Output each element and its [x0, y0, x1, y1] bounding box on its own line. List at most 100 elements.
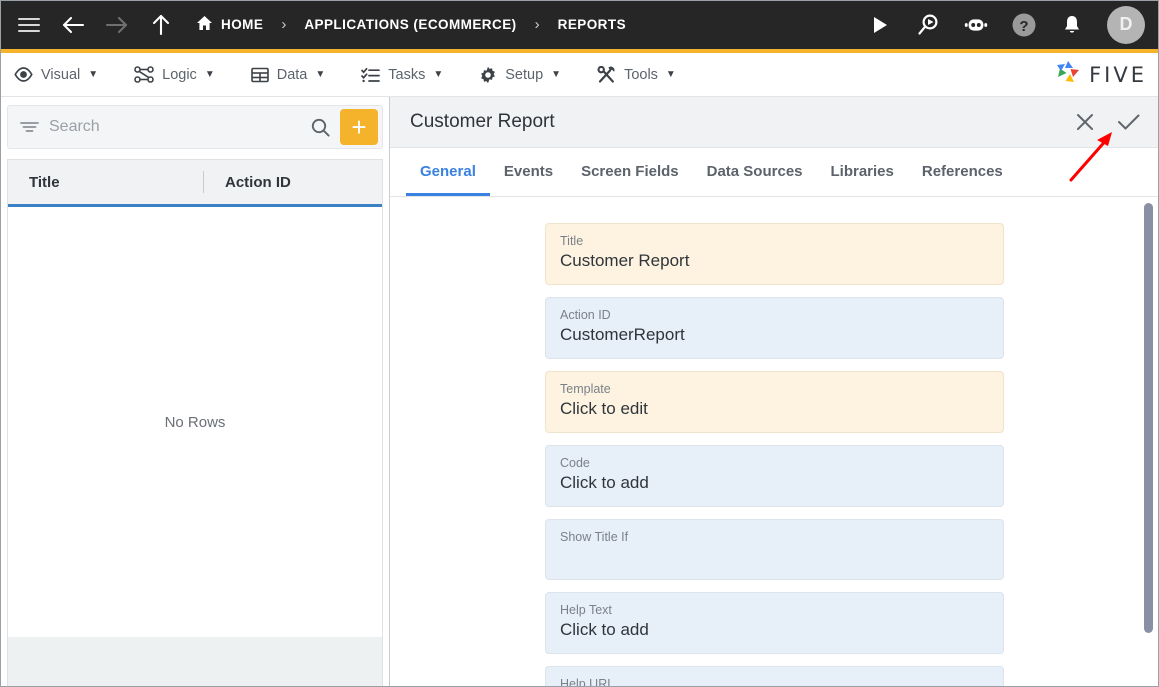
field-title[interactable]: Title Customer Report — [545, 223, 1004, 285]
column-header-action-id[interactable]: Action ID — [204, 174, 291, 191]
field-value-action-id: CustomerReport — [560, 325, 685, 344]
breadcrumb: HOME › APPLICATIONS (ECOMMERCE) › REPORT… — [196, 15, 626, 34]
breadcrumb-label-reports: REPORTS — [557, 17, 627, 32]
top-navigation-bar: HOME › APPLICATIONS (ECOMMERCE) › REPORT… — [0, 0, 1159, 53]
close-icon[interactable] — [1075, 112, 1095, 132]
field-label-action-id: Action ID — [560, 308, 611, 322]
filter-icon[interactable] — [20, 120, 39, 134]
detail-panel: Customer Report General Events Screen Fi… — [390, 97, 1159, 687]
detail-tabs: General Events Screen Fields Data Source… — [390, 148, 1159, 197]
topbar-action-group: ? D — [867, 5, 1145, 44]
field-label-help-url: Help URL — [560, 677, 615, 687]
chevron-down-icon: ▼ — [433, 69, 444, 80]
menu-item-tools[interactable]: Tools ▼ — [597, 65, 676, 84]
menu-label-logic: Logic — [162, 66, 197, 83]
form-scroll-area: Title Customer Report Action ID Customer… — [390, 197, 1159, 687]
breadcrumb-item-home[interactable]: HOME — [196, 15, 263, 34]
main-menu-bar: Visual ▼ Logic ▼ Data ▼ Tasks ▼ Setup ▼ … — [0, 53, 1159, 97]
field-label-show-title-if: Show Title If — [560, 530, 629, 544]
field-show-title-if[interactable]: Show Title If — [545, 519, 1004, 580]
five-logo-text: FIVE — [1089, 62, 1147, 87]
list-panel: + Title Action ID No Rows — [0, 97, 390, 687]
menu-item-tasks[interactable]: Tasks ▼ — [361, 67, 443, 83]
menu-item-logic[interactable]: Logic ▼ — [134, 66, 215, 83]
run-icon[interactable] — [867, 12, 893, 38]
tab-references[interactable]: References — [908, 163, 1017, 196]
breadcrumb-label-home: HOME — [221, 17, 264, 32]
search-icon[interactable] — [301, 118, 340, 137]
vertical-scrollbar[interactable] — [1144, 203, 1153, 679]
field-label-title: Title — [560, 234, 584, 248]
search-bar: + — [7, 105, 383, 149]
arrow-up-icon[interactable] — [148, 12, 174, 38]
main-body: + Title Action ID No Rows Customer Repor… — [0, 97, 1159, 687]
detail-panel-header: Customer Report — [390, 97, 1159, 148]
scrollbar-thumb[interactable] — [1144, 203, 1153, 633]
search-play-icon[interactable] — [915, 12, 941, 38]
tab-general[interactable]: General — [406, 163, 490, 196]
add-record-button[interactable]: + — [340, 109, 378, 145]
nav-icon-group — [16, 12, 174, 38]
hamburger-icon[interactable] — [16, 12, 42, 38]
eye-icon — [14, 67, 33, 82]
checklist-icon — [361, 67, 381, 83]
bell-icon[interactable] — [1059, 12, 1085, 38]
general-form: Title Customer Report Action ID Customer… — [390, 197, 1159, 687]
field-help-url[interactable]: Help URL — [545, 666, 1004, 687]
field-value-code: Click to add — [560, 473, 649, 492]
menu-item-visual[interactable]: Visual ▼ — [14, 67, 98, 83]
chevron-down-icon: ▼ — [665, 69, 676, 80]
svg-text:?: ? — [1019, 18, 1028, 35]
robot-icon[interactable] — [963, 12, 989, 38]
menu-item-data[interactable]: Data ▼ — [250, 66, 326, 83]
field-label-help-text: Help Text — [560, 603, 612, 617]
records-table: Title Action ID No Rows — [7, 159, 383, 637]
menu-label-visual: Visual — [41, 66, 81, 83]
home-icon — [196, 15, 213, 34]
list-panel-footer — [7, 637, 383, 687]
node-graph-icon — [134, 66, 154, 83]
field-action-id[interactable]: Action ID CustomerReport — [545, 297, 1004, 359]
chevron-down-icon: ▼ — [315, 69, 326, 80]
page-title: Customer Report — [410, 111, 555, 132]
arrow-right-icon[interactable] — [104, 12, 130, 38]
breadcrumb-item-applications[interactable]: APPLICATIONS (ECOMMERCE) — [304, 17, 516, 32]
breadcrumb-separator-2: › — [534, 16, 540, 33]
table-body: No Rows — [8, 207, 382, 637]
menu-label-tasks: Tasks — [388, 66, 426, 83]
grid-icon — [250, 67, 269, 83]
field-value-show-title-if — [560, 545, 989, 568]
menu-label-tools: Tools — [624, 66, 658, 83]
chevron-down-icon: ▼ — [204, 69, 215, 80]
breadcrumb-separator: › — [281, 16, 287, 33]
menu-item-setup[interactable]: Setup ▼ — [479, 66, 561, 84]
field-help-text[interactable]: Help Text Click to add — [545, 592, 1004, 654]
empty-state-message: No Rows — [164, 413, 226, 431]
arrow-left-icon[interactable] — [60, 12, 86, 38]
tools-icon — [597, 65, 616, 84]
menu-label-data: Data — [276, 66, 308, 83]
search-input[interactable] — [49, 118, 301, 136]
field-value-help-text: Click to add — [560, 620, 649, 639]
field-value-title: Customer Report — [560, 251, 690, 270]
tab-data-sources[interactable]: Data Sources — [693, 163, 817, 196]
field-label-template: Template — [560, 382, 611, 396]
table-header-row: Title Action ID — [8, 160, 382, 207]
breadcrumb-item-reports[interactable]: REPORTS — [558, 17, 626, 32]
save-check-button[interactable] — [1117, 112, 1141, 132]
column-header-title[interactable]: Title — [8, 174, 203, 191]
five-logo-mark — [1054, 59, 1082, 90]
chevron-down-icon: ▼ — [88, 69, 99, 80]
help-icon[interactable]: ? — [1011, 12, 1037, 38]
tab-events[interactable]: Events — [490, 163, 567, 196]
detail-panel-actions — [1075, 112, 1141, 132]
menu-label-setup: Setup — [505, 66, 544, 83]
gear-icon — [479, 66, 497, 84]
chevron-down-icon: ▼ — [551, 69, 562, 80]
tab-libraries[interactable]: Libraries — [817, 163, 908, 196]
breadcrumb-label-applications: APPLICATIONS (ECOMMERCE) — [304, 17, 517, 32]
tab-screen-fields[interactable]: Screen Fields — [567, 163, 693, 196]
avatar[interactable]: D — [1107, 5, 1145, 44]
field-template[interactable]: Template Click to edit — [545, 371, 1004, 433]
field-code[interactable]: Code Click to add — [545, 445, 1004, 507]
